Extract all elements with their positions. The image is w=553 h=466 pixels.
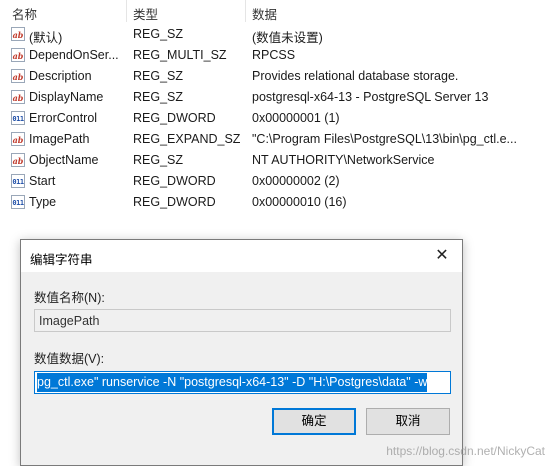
value-data: postgresql-x64-13 - PostgreSQL Server 13 [252, 90, 489, 104]
registry-value-row[interactable]: 011 Start REG_DWORD 0x00000002 (2) [0, 171, 553, 192]
binary-value-icon: 011 [11, 195, 25, 209]
value-data: (数值未设置) [252, 31, 323, 45]
value-name: Start [29, 174, 56, 188]
value-type: REG_DWORD [133, 174, 216, 188]
value-data: Provides relational database storage. [252, 69, 459, 83]
value-name-field[interactable] [34, 309, 451, 332]
registry-value-row[interactable]: 011 ErrorControl REG_DWORD 0x00000001 (1) [0, 108, 553, 129]
value-type: REG_SZ [133, 69, 184, 83]
edit-string-dialog: 编辑字符串 ✕ 数值名称(N): 数值数据(V): pg_ctl.exe" ru… [20, 239, 463, 466]
value-name: DisplayName [29, 90, 104, 104]
value-name: Type [29, 195, 57, 209]
registry-value-row[interactable]: ab (默认) REG_SZ (数值未设置) [0, 24, 553, 45]
watermark: https://blog.csdn.net/NickyCat [386, 444, 545, 458]
value-name: Description [29, 69, 92, 83]
cancel-button[interactable]: 取消 [366, 408, 450, 435]
value-data: "C:\Program Files\PostgreSQL\13\bin\pg_c… [252, 132, 517, 146]
column-header-type[interactable]: 类型 [133, 4, 158, 23]
list-header: 名称 类型 数据 [0, 0, 553, 22]
binary-value-icon: 011 [11, 111, 25, 125]
value-data-label: 数值数据(V): [34, 352, 105, 366]
value-type: REG_SZ [133, 27, 184, 41]
value-type: REG_DWORD [133, 195, 216, 209]
string-value-icon: ab [11, 90, 25, 104]
registry-value-row[interactable]: 011 Type REG_DWORD 0x00000010 (16) [0, 192, 553, 213]
string-value-icon: ab [11, 69, 25, 83]
value-type: REG_SZ [133, 90, 184, 104]
ok-button[interactable]: 确定 [272, 408, 356, 435]
string-value-icon: ab [11, 132, 25, 146]
string-value-icon: ab [11, 153, 25, 167]
value-type: REG_EXPAND_SZ [133, 132, 241, 146]
column-header-name[interactable]: 名称 [12, 4, 37, 23]
selected-text: pg_ctl.exe" runservice -N "postgresql-x6… [37, 373, 428, 392]
value-name: (默认) [29, 31, 63, 45]
string-value-icon: ab [11, 27, 25, 41]
string-value-icon: ab [11, 48, 25, 62]
dialog-titlebar[interactable]: 编辑字符串 ✕ [21, 240, 462, 272]
binary-value-icon: 011 [11, 174, 25, 188]
value-name: ErrorControl [29, 111, 98, 125]
value-type: REG_SZ [133, 153, 184, 167]
registry-value-row[interactable]: ab DisplayName REG_SZ postgresql-x64-13 - P… [0, 87, 553, 108]
value-data: 0x00000001 (1) [252, 111, 340, 125]
registry-value-row[interactable]: ab Description REG_SZ Provides relational d… [0, 66, 553, 87]
registry-value-row[interactable]: ab ImagePath REG_EXPAND_SZ "C:\Program File… [0, 129, 553, 150]
value-data: 0x00000002 (2) [252, 174, 340, 188]
registry-value-row[interactable]: ab DependOnSer... REG_MULTI_SZ RPCSS [0, 45, 553, 66]
value-name: DependOnSer... [29, 48, 119, 62]
value-name: ObjectName [29, 153, 99, 167]
value-name-label: 数值名称(N): [34, 291, 105, 305]
column-divider[interactable] [126, 0, 127, 22]
value-data: NT AUTHORITY\NetworkService [252, 153, 435, 167]
registry-value-row[interactable]: ab ObjectName REG_SZ NT AUTHORITY\NetworkSe… [0, 150, 553, 171]
value-data-field[interactable]: pg_ctl.exe" runservice -N "postgresql-x6… [34, 371, 451, 394]
value-type: REG_DWORD [133, 111, 216, 125]
close-icon[interactable]: ✕ [422, 240, 462, 272]
column-divider[interactable] [245, 0, 246, 22]
value-data: 0x00000010 (16) [252, 195, 347, 209]
dialog-title: 编辑字符串 [30, 253, 93, 267]
value-name: ImagePath [29, 132, 90, 146]
value-type: REG_MULTI_SZ [133, 48, 227, 62]
column-header-data[interactable]: 数据 [252, 4, 277, 23]
value-data: RPCSS [252, 48, 296, 62]
